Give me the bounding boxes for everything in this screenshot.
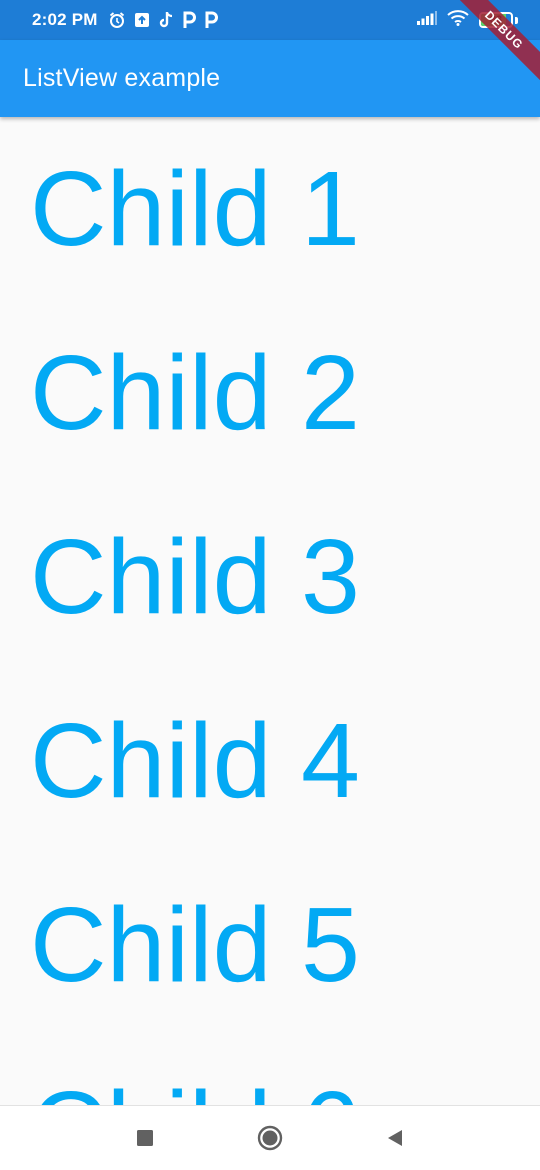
list-item-label: Child 6 bbox=[30, 1076, 360, 1105]
app-bar: ListView example bbox=[0, 40, 540, 117]
list-view[interactable]: Child 1 Child 2 Child 3 Child 4 Child 5 … bbox=[0, 117, 540, 1105]
list-item[interactable]: Child 2 bbox=[0, 301, 540, 485]
battery-level: 83 bbox=[489, 14, 503, 26]
wifi-icon bbox=[447, 9, 469, 31]
list-item[interactable]: Child 3 bbox=[0, 485, 540, 669]
status-bar: 2:02 PM 83 bbox=[0, 0, 540, 40]
recents-button[interactable] bbox=[125, 1118, 165, 1158]
p-icon bbox=[204, 11, 218, 29]
upload-icon bbox=[134, 12, 150, 28]
home-button[interactable] bbox=[250, 1118, 290, 1158]
list-item-label: Child 1 bbox=[30, 150, 360, 268]
status-time: 2:02 PM bbox=[32, 10, 98, 29]
app-title: ListView example bbox=[23, 64, 221, 92]
list-item[interactable]: Child 5 bbox=[0, 853, 540, 1037]
list-item[interactable]: Child 1 bbox=[0, 117, 540, 301]
list-item-label: Child 5 bbox=[30, 886, 360, 1004]
signal-icon bbox=[417, 10, 437, 30]
alarm-icon bbox=[108, 11, 126, 29]
navigation-bar bbox=[0, 1105, 540, 1170]
home-circle-icon bbox=[257, 1125, 283, 1151]
tiktok-icon bbox=[158, 11, 174, 29]
battery-icon: 83 bbox=[479, 12, 513, 28]
list-item-label: Child 4 bbox=[30, 702, 360, 820]
battery-tip bbox=[515, 16, 518, 24]
back-button[interactable] bbox=[375, 1118, 415, 1158]
notification-icons bbox=[108, 11, 218, 29]
recents-square-icon bbox=[137, 1130, 153, 1146]
p-icon bbox=[182, 11, 196, 29]
list-item[interactable]: Child 6 bbox=[0, 1037, 540, 1105]
screen: 2:02 PM 83 DEBUG ListView example Child … bbox=[0, 0, 540, 1170]
list-item[interactable]: Child 4 bbox=[0, 669, 540, 853]
list-item-label: Child 3 bbox=[30, 518, 360, 636]
list-item-label: Child 2 bbox=[30, 334, 360, 452]
system-icons: 83 bbox=[417, 9, 518, 31]
back-triangle-icon bbox=[388, 1130, 402, 1146]
